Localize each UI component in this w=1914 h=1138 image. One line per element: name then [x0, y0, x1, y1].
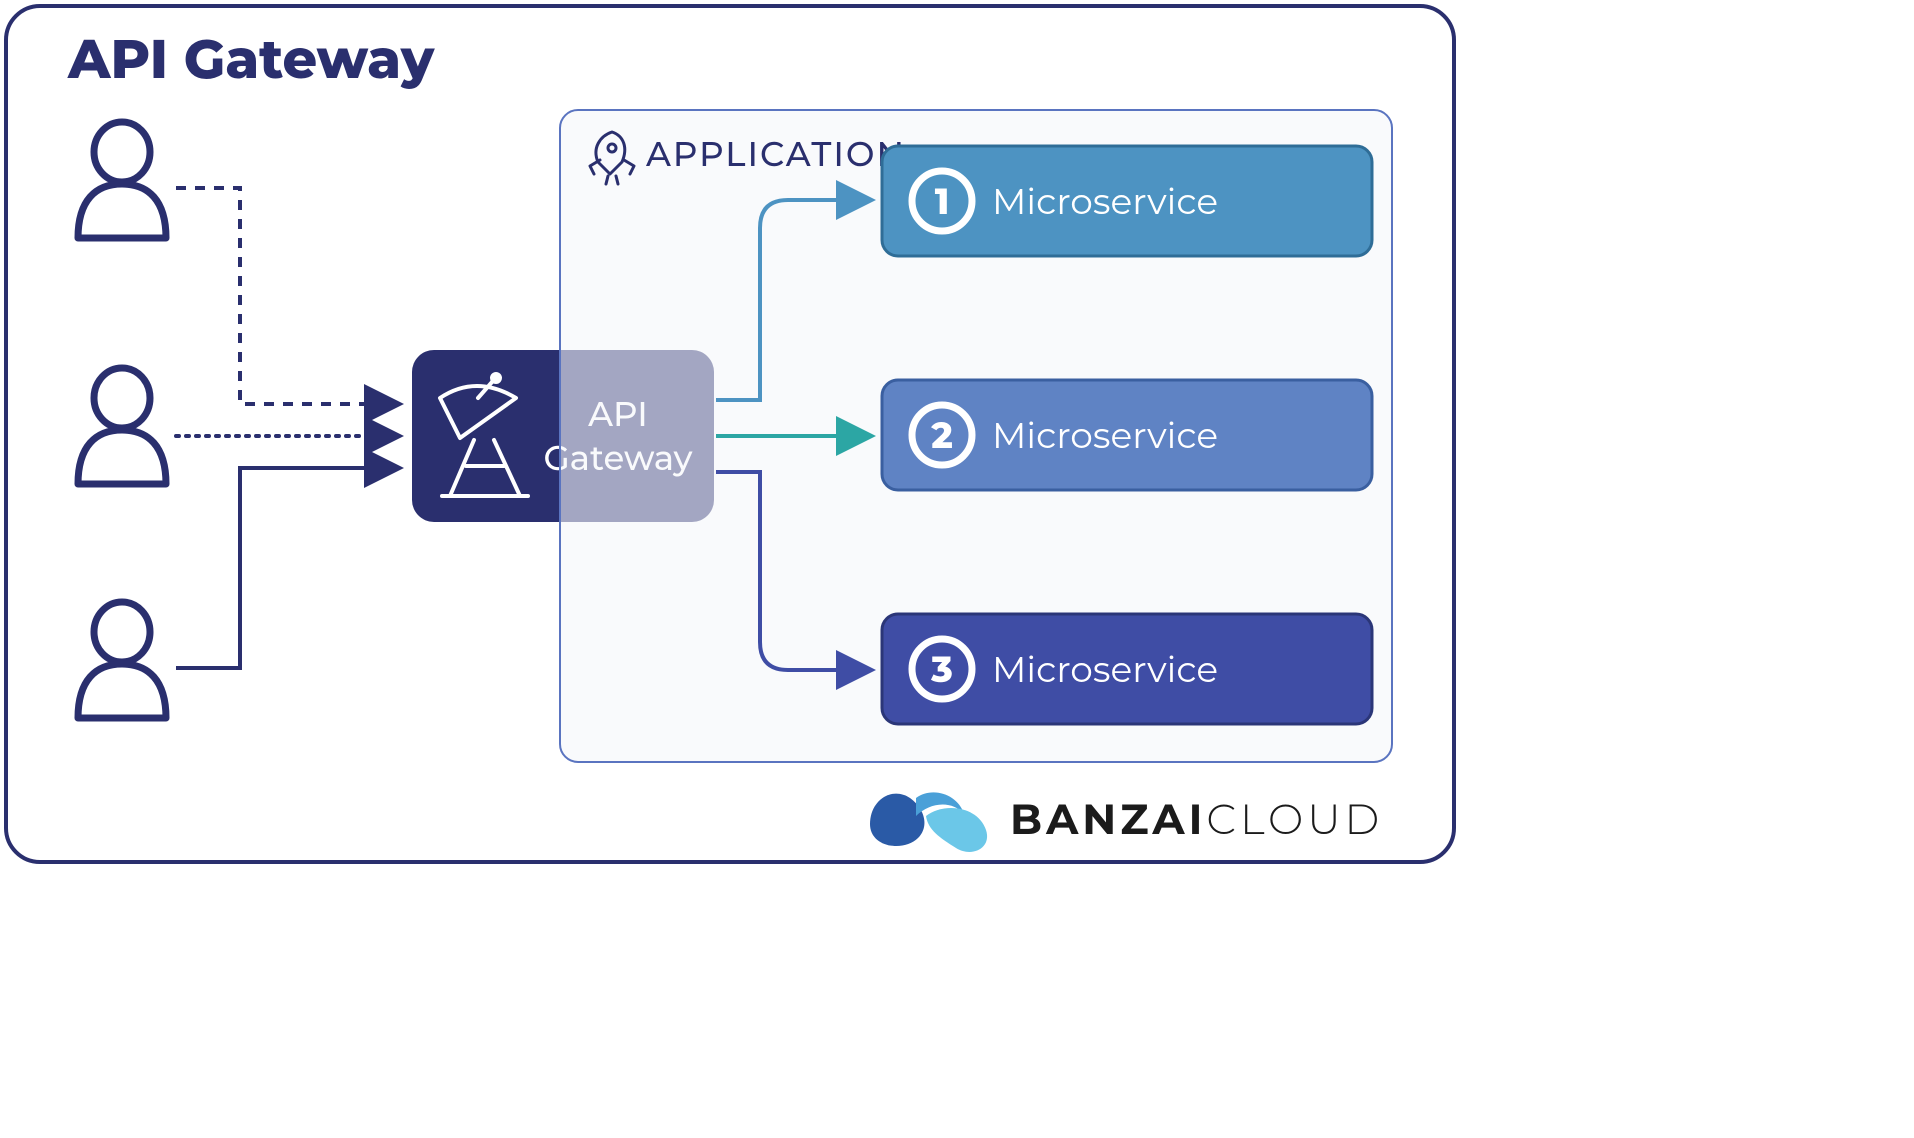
microservice-2: 2 Microservice [882, 380, 1372, 490]
brand-light: CLOUD [1206, 793, 1383, 845]
application-label: APPLICATION [645, 133, 906, 175]
microservice-1: 1 Microservice [882, 146, 1372, 256]
brand-bold: BANZAI [1010, 793, 1206, 845]
ms1-label: Microservice [992, 180, 1218, 224]
ms2-num: 2 [930, 414, 953, 458]
microservice-3: 3 Microservice [882, 614, 1372, 724]
ms3-label: Microservice [992, 648, 1218, 692]
diagram-svg: API Gateway [0, 0, 1460, 868]
diagram-title: API Gateway [67, 26, 436, 92]
ms2-label: Microservice [992, 414, 1218, 458]
ms3-num: 3 [930, 648, 953, 692]
brand-text: BANZAICLOUD [1010, 793, 1383, 845]
diagram-canvas: API Gateway [0, 0, 1460, 868]
ms1-num: 1 [935, 180, 950, 224]
